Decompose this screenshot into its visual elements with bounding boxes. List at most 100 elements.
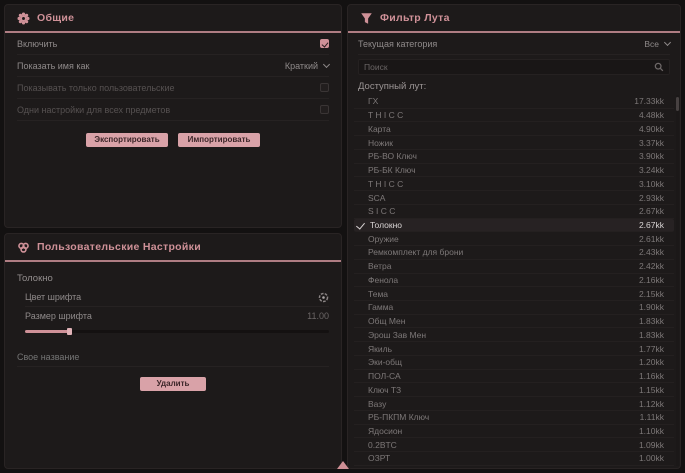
loot-item-name: 0.2BTC (368, 440, 397, 450)
loot-item-row[interactable]: Вазу1.12kk (354, 397, 674, 411)
slider-handle[interactable] (67, 328, 72, 335)
loot-item-value: 3.90kk (639, 151, 664, 161)
export-button[interactable]: Экспортировать (86, 133, 168, 147)
loot-item-row[interactable]: ОЗРТ1.00kk (354, 452, 674, 466)
name-display-label: Показать имя как (17, 61, 89, 71)
loot-item-value: 1.83kk (639, 316, 664, 326)
loot-item-row[interactable]: Карта4.90kk (354, 122, 674, 136)
loot-item-name: ГХ (368, 96, 378, 106)
loot-item-row[interactable]: S I C C2.67kk (354, 205, 674, 219)
category-value: Все (644, 39, 659, 49)
loot-item-value: 2.93kk (639, 193, 664, 203)
loot-item-value: 2.61kk (639, 234, 664, 244)
name-display-row: Показать имя как Краткий (17, 55, 329, 77)
loot-item-row[interactable]: T H I C C3.10kk (354, 177, 674, 191)
loot-item-name: Тема (368, 289, 388, 299)
font-color-label: Цвет шрифта (25, 292, 81, 302)
loot-item-row[interactable]: SCA 2.93kk (354, 191, 674, 205)
same-settings-checkbox[interactable] (320, 105, 329, 114)
font-size-slider[interactable] (25, 328, 329, 335)
loot-item-value: 2.15kk (639, 289, 664, 299)
category-select[interactable]: Все (644, 39, 670, 49)
selected-check-icon (356, 220, 365, 229)
loot-item-row[interactable]: Тема 2.15kk (354, 287, 674, 301)
loot-item-value: 1.77kk (639, 344, 664, 354)
custom-name-input[interactable] (17, 352, 329, 362)
loot-item-name: SCA (368, 193, 385, 203)
category-row: Текущая категория Все (358, 33, 670, 55)
custom-settings-header: Пользовательские Настройки (5, 234, 341, 260)
loot-list-scrollbar[interactable] (676, 95, 679, 466)
loot-item-value: 2.67kk (639, 206, 664, 216)
loot-item-row[interactable]: РБ-ПКПМ Ключ1.11kk (354, 411, 674, 425)
loot-item-row[interactable]: 0.2BTC1.09kk (354, 438, 674, 452)
funnel-icon (360, 12, 373, 25)
name-display-select[interactable]: Краткий (285, 61, 329, 71)
search-icon[interactable] (654, 62, 664, 72)
general-panel-divider (5, 31, 341, 33)
import-button[interactable]: Импортировать (178, 133, 260, 147)
loot-item-name: Ветра (368, 261, 391, 271)
loot-item-row[interactable]: Эки-общ1.20kk (354, 356, 674, 370)
only-custom-checkbox[interactable] (320, 83, 329, 92)
enable-checkbox[interactable] (320, 39, 329, 48)
loot-item-row[interactable]: Толокно2.67kk (354, 219, 674, 233)
loot-item-name: Эрош Зав Мен (368, 330, 426, 340)
loot-item-row[interactable]: Ветра2.42kk (354, 260, 674, 274)
loot-item-row[interactable]: Оружие2.61kk (354, 232, 674, 246)
general-panel-title: Общие (37, 12, 74, 24)
loot-item-row[interactable]: ГХ 17.33kk (354, 95, 674, 109)
custom-name-row (17, 347, 329, 367)
item-group-label: Толокно (17, 268, 329, 288)
loot-item-value: 1.12kk (639, 399, 664, 409)
loot-item-name: ОЗРТ (368, 453, 390, 463)
loot-item-row[interactable]: Ножик3.37kk (354, 136, 674, 150)
loot-item-name: T H I C C (368, 179, 403, 189)
loot-item-value: 1.90kk (639, 302, 664, 312)
only-custom-row: Показывать только пользовательские (17, 77, 329, 99)
general-panel-header: Общие (5, 5, 341, 31)
loot-item-row[interactable]: Фенола2.16kk (354, 274, 674, 288)
loot-item-value: 17.33kk (634, 96, 664, 106)
loot-item-value: 3.24kk (639, 165, 664, 175)
loot-item-row[interactable]: Ремкомплект для брони2.43kk (354, 246, 674, 260)
loot-item-row[interactable]: РБ-ВО Ключ3.90kk (354, 150, 674, 164)
loot-item-name: Ножик (368, 138, 393, 148)
loot-item-name: Фенола (368, 275, 398, 285)
loot-filter-panel: Фильтр Лута Текущая категория Все Доступ… (347, 4, 681, 469)
loot-item-name: Якиль (368, 344, 392, 354)
loot-item-value: 1.83kk (639, 330, 664, 340)
delete-button[interactable]: Удалить (140, 377, 206, 391)
loot-item-name: Ремкомплект для брони (368, 247, 463, 257)
only-custom-label: Показывать только пользовательские (17, 83, 175, 93)
loot-item-value: 1.10kk (639, 426, 664, 436)
loot-item-row[interactable]: Эрош Зав Мен 1.83kk (354, 328, 674, 342)
loot-item-row[interactable]: Ключ ТЗ1.15kk (354, 383, 674, 397)
font-size-label: Размер шрифта (25, 311, 92, 321)
loot-item-value: 2.67kk (639, 220, 664, 230)
loot-item-row[interactable]: ПОЛ-СА1.16kk (354, 370, 674, 384)
slider-fill (25, 330, 69, 333)
scrollbar-thumb[interactable] (676, 97, 679, 111)
loot-list: ГХ17.33kkT H I C C4.48kkКарта4.90kkНожик… (354, 95, 674, 466)
loot-item-value: 1.15kk (639, 385, 664, 395)
loot-item-row[interactable]: Гамма1.90kk (354, 301, 674, 315)
scroll-up-indicator-icon[interactable] (337, 461, 349, 469)
search-bar[interactable] (358, 59, 670, 75)
custom-settings-title: Пользовательские Настройки (37, 241, 201, 253)
available-loot-label: Доступный лут: (348, 75, 680, 95)
loot-item-value: 1.11kk (640, 412, 664, 422)
enable-row: Включить (17, 33, 329, 55)
search-input[interactable] (364, 62, 649, 72)
custom-settings-divider (5, 260, 341, 262)
loot-item-row[interactable]: Ядосион1.10kk (354, 425, 674, 439)
loot-item-name: T H I C C (368, 110, 403, 120)
loot-item-row[interactable]: Общ Мен1.83kk (354, 315, 674, 329)
loot-item-value: 4.48kk (639, 110, 664, 120)
color-wheel-icon[interactable] (318, 292, 329, 303)
loot-item-name: ПОЛ-СА (368, 371, 401, 381)
loot-item-row[interactable]: РБ-БК Ключ3.24kk (354, 164, 674, 178)
loot-item-row[interactable]: Якиль 1.77kk (354, 342, 674, 356)
loot-item-row[interactable]: T H I C C 4.48kk (354, 109, 674, 123)
loot-item-name: Эки-общ (368, 357, 402, 367)
